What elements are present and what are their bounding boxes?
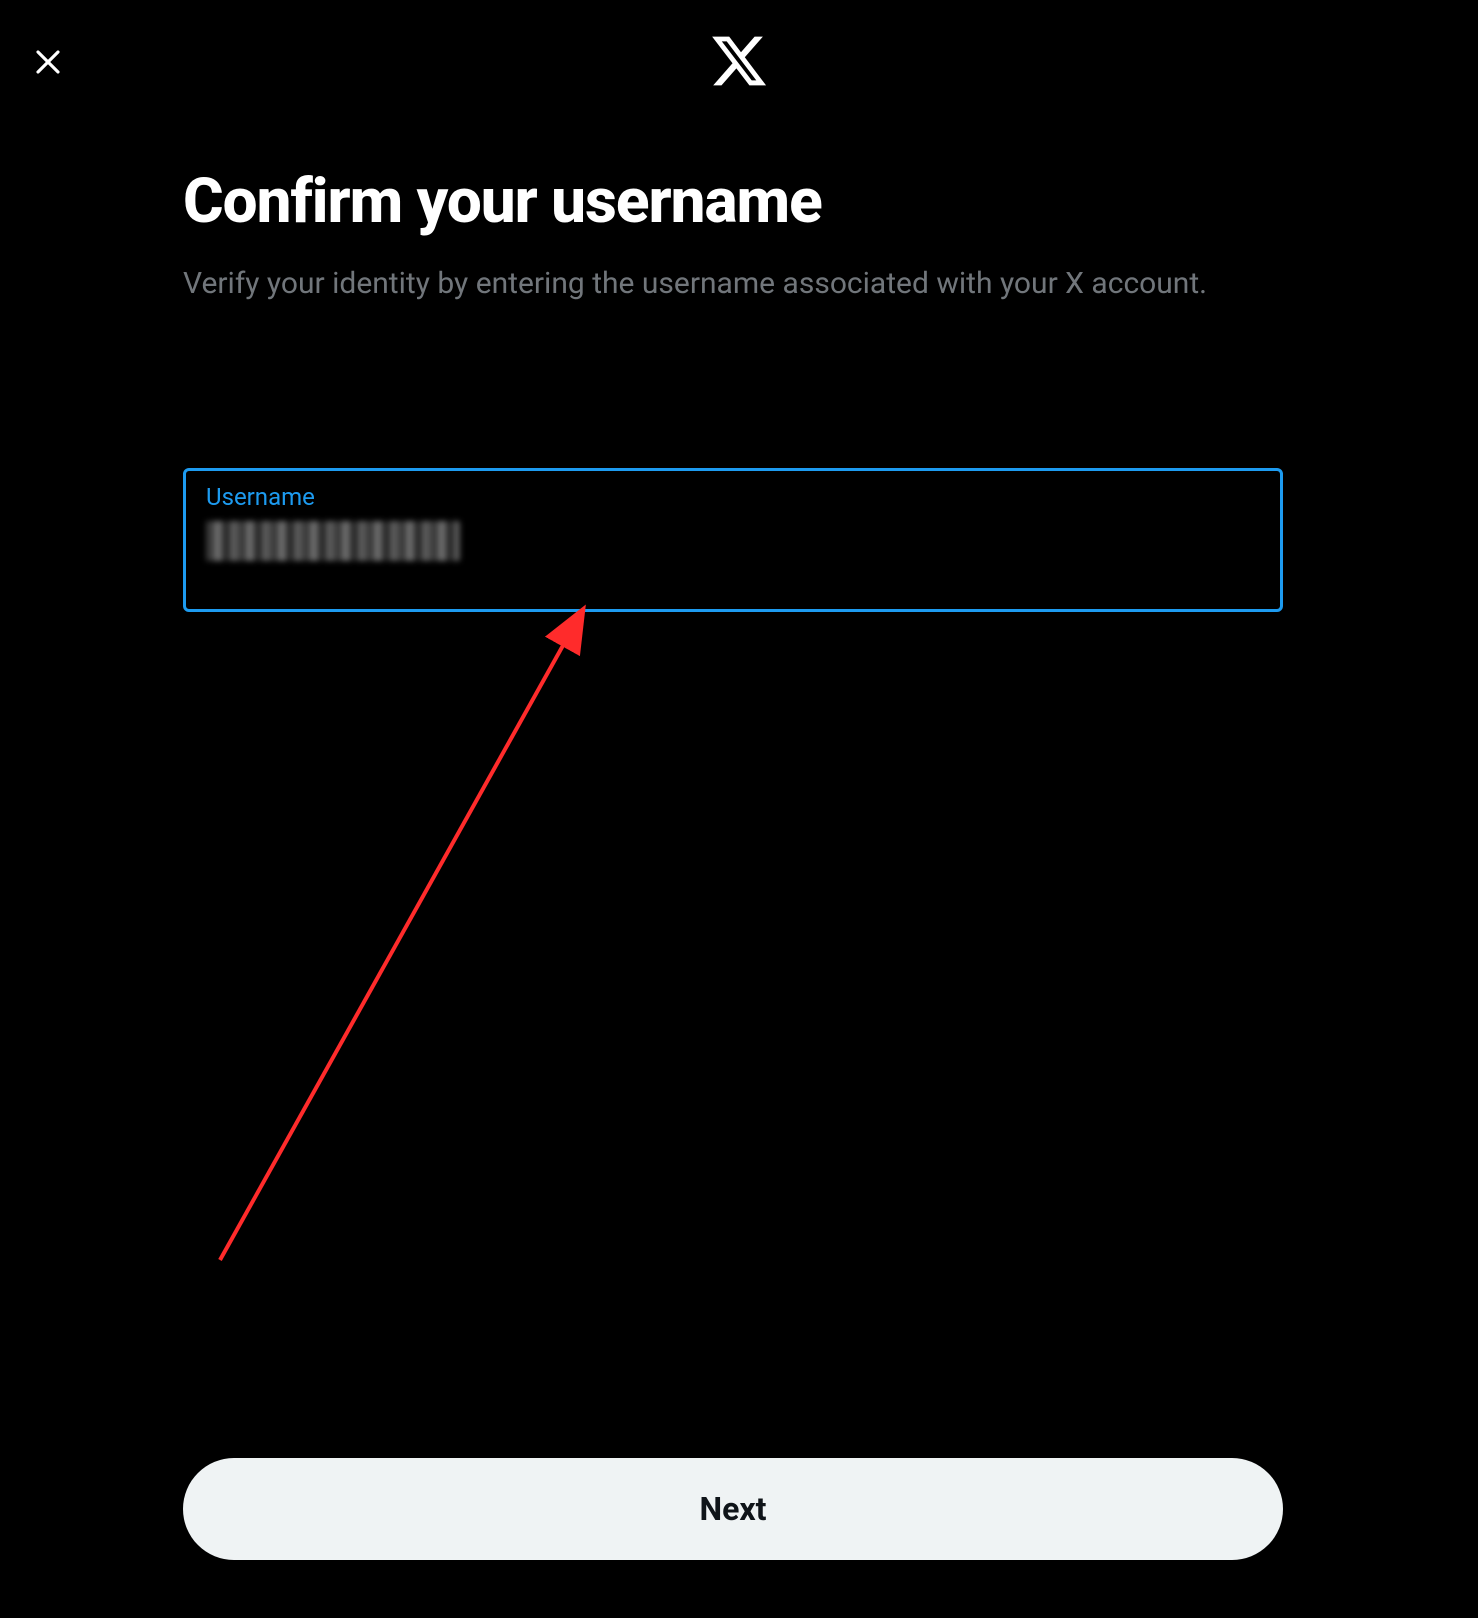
x-logo-icon (709, 31, 769, 91)
next-button[interactable]: Next (183, 1458, 1283, 1560)
x-logo (706, 28, 772, 94)
close-icon (33, 47, 63, 77)
content-container: Confirm your username Verify your identi… (183, 168, 1283, 305)
annotation-arrow (200, 600, 660, 1280)
username-input[interactable] (206, 517, 1260, 565)
close-button[interactable] (28, 42, 68, 82)
username-field-wrapper[interactable]: Username (183, 468, 1283, 612)
redacted-username-value (206, 521, 460, 561)
username-label: Username (206, 483, 1260, 511)
page-subtext: Verify your identity by entering the use… (183, 264, 1243, 305)
page-title: Confirm your username (183, 168, 1283, 236)
